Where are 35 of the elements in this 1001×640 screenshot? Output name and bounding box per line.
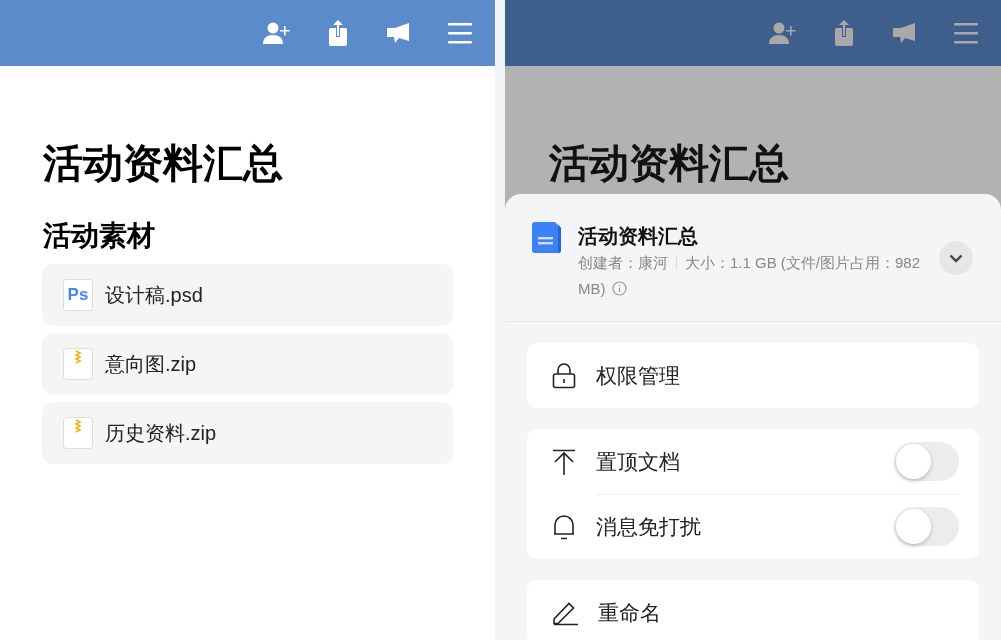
- file-item[interactable]: Ps 设计稿.psd: [42, 264, 453, 326]
- lock-icon: [552, 362, 576, 389]
- toggle-switch[interactable]: [894, 442, 959, 481]
- megaphone-icon[interactable]: [892, 22, 916, 44]
- info-icon[interactable]: [611, 281, 627, 296]
- expand-button[interactable]: [939, 241, 973, 275]
- menu-icon[interactable]: [448, 22, 472, 44]
- toggle-switch[interactable]: [894, 507, 959, 546]
- zip-file-icon: [63, 417, 93, 449]
- add-user-icon[interactable]: [768, 21, 796, 45]
- chevron-down-icon: [949, 253, 963, 263]
- add-user-icon[interactable]: [262, 21, 290, 45]
- section-title: 活动素材: [43, 219, 156, 253]
- document-title: 活动资料汇总: [578, 224, 699, 248]
- zip-file-icon: [63, 348, 93, 380]
- bell-icon: [552, 513, 576, 540]
- menu-item-label[interactable]: 置顶文档: [596, 447, 680, 476]
- file-item[interactable]: 历史资料.zip: [42, 402, 453, 464]
- megaphone-icon[interactable]: [386, 22, 410, 44]
- menu-item-label[interactable]: 重命名: [598, 598, 661, 627]
- arrow-up-icon: [552, 448, 576, 475]
- document-info-text: 创建者：康河 大小：1.1 GB (文件/图片占用：982 MB): [578, 253, 922, 299]
- file-item[interactable]: 意向图.zip: [42, 333, 453, 395]
- file-name: 意向图.zip: [105, 351, 197, 377]
- menu-item-label[interactable]: 消息免打扰: [596, 512, 701, 541]
- file-name: 历史资料.zip: [105, 420, 217, 446]
- menu-item-label[interactable]: 权限管理: [596, 361, 680, 390]
- page-title: 活动资料汇总: [549, 140, 790, 187]
- share-icon[interactable]: [328, 20, 348, 46]
- photoshop-file-icon: Ps: [63, 279, 93, 311]
- menu-icon[interactable]: [954, 22, 978, 44]
- share-icon[interactable]: [834, 20, 854, 46]
- file-name: 设计稿.psd: [105, 282, 203, 308]
- document-icon: [531, 221, 564, 254]
- page-title: 活动资料汇总: [43, 140, 284, 187]
